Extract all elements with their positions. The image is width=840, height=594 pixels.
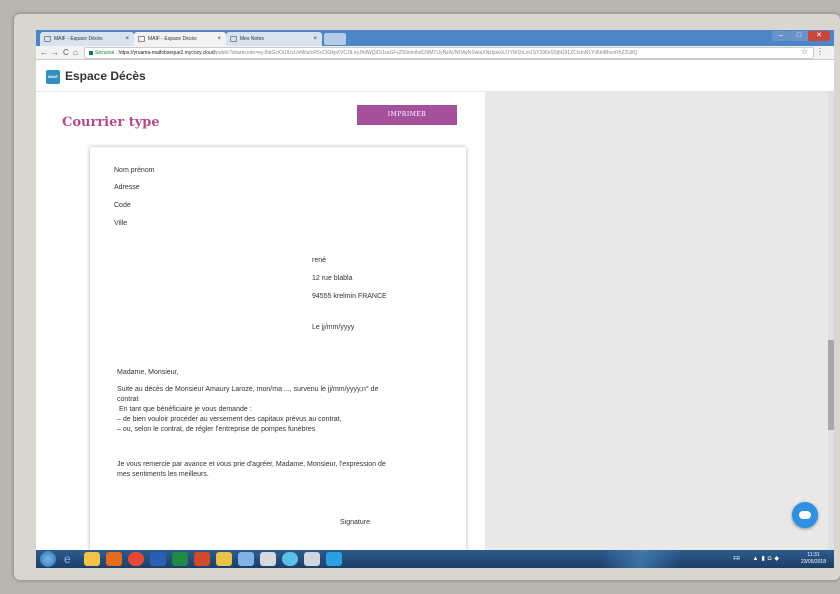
back-arrow-icon[interactable]: ←	[40, 47, 48, 59]
letter-body: Suite au décès de Monsieur Amaury Laroze…	[117, 385, 457, 435]
notes-icon	[230, 36, 237, 42]
page-icon	[138, 36, 145, 42]
maximize-button[interactable]: □	[790, 31, 808, 41]
recipient-city: 94555 krelmin FRANCE	[312, 293, 387, 300]
tab-label: Mes Notes	[240, 36, 264, 42]
bookmark-star-icon[interactable]: ☆	[801, 47, 808, 56]
app-title: Espace Décès	[65, 69, 146, 83]
taskbar-highlight	[576, 550, 706, 568]
page-title: Courrier type	[62, 115, 160, 130]
system-clock[interactable]: 11:31 23/05/2018	[801, 552, 826, 566]
paint-icon[interactable]	[260, 552, 276, 566]
lock-icon	[89, 50, 93, 55]
header-divider	[36, 91, 485, 92]
close-icon[interactable]: ×	[217, 32, 221, 46]
empty-side-area	[485, 91, 834, 561]
windows-taskbar: e FR ▲▮◘◆ 11:31 23/05/2018	[36, 550, 834, 568]
page-scrollbar[interactable]	[828, 91, 834, 561]
tab-label: MAIF - Espace Décès	[148, 36, 197, 42]
recipient-address: 12 rue blabla	[312, 275, 353, 282]
url-host: https://yruama-maifobseque2.mycozy.cloud	[118, 50, 215, 56]
browser-tab[interactable]: MAIF - Espace Décès ×	[40, 32, 134, 46]
browser-menu-icon[interactable]: ⋮	[816, 47, 824, 56]
chat-button[interactable]	[792, 502, 818, 528]
reload-icon[interactable]: C	[63, 47, 69, 59]
start-button[interactable]	[40, 551, 56, 567]
excel-icon[interactable]	[172, 552, 188, 566]
chrome-icon[interactable]	[128, 552, 144, 566]
close-icon[interactable]: ×	[125, 32, 129, 46]
body-line: contrat	[117, 396, 139, 403]
browser-tab[interactable]: Mes Notes ×	[226, 32, 322, 46]
home-icon[interactable]: ⌂	[73, 47, 78, 59]
letter-date: Le jj/mm/yyyy	[312, 324, 355, 331]
close-icon[interactable]: ×	[313, 32, 317, 46]
recipient-name: rené	[312, 257, 327, 264]
app-logo: MAIF	[46, 70, 60, 84]
browser-toolbar: ← → C ⌂ Sécurisé | https://yruama-maifob…	[36, 46, 834, 60]
letter-sheet: Nom prénom Adresse Code Ville rené 12 ru…	[90, 147, 466, 567]
secure-label: Sécurisé	[95, 50, 115, 56]
address-bar[interactable]: Sécurisé | https://yruama-maifobseque2.m…	[84, 47, 814, 59]
internet-explorer-icon[interactable]: e	[64, 551, 71, 567]
notepad-icon[interactable]	[304, 552, 320, 566]
sender-name: Nom prénom	[114, 167, 155, 174]
body-line: – ou, selon le contrat, de régler l'entr…	[117, 426, 316, 433]
folder-icon[interactable]	[216, 552, 232, 566]
closing-line: mes sentiments les meilleurs.	[117, 471, 209, 478]
network-icon[interactable]	[282, 552, 298, 566]
forward-arrow-icon[interactable]: →	[51, 47, 59, 59]
control-panel-icon[interactable]	[238, 552, 254, 566]
app-header: MAIF Espace Décès	[36, 61, 834, 91]
salutation: Madame, Monsieur,	[117, 369, 179, 376]
closing-line: Je vous remercie par avance et vous prie…	[117, 461, 386, 468]
clock-time: 11:31	[807, 552, 820, 558]
minimize-button[interactable]: –	[772, 31, 790, 41]
browser-tabbar: MAIF - Espace Décès × MAIF - Espace Décè…	[36, 30, 834, 46]
media-player-icon[interactable]	[106, 552, 122, 566]
sender-address: Adresse	[114, 184, 140, 191]
language-indicator[interactable]: FR	[733, 556, 740, 562]
tab-label: MAIF - Espace Décès	[54, 36, 103, 42]
url-path: /public?sharecode=eyJhbGciOiJIUzUxMiIsIn…	[214, 50, 638, 56]
skype-icon[interactable]	[326, 552, 342, 566]
body-line: Suite au décès de Monsieur Amaury Laroze…	[117, 386, 379, 393]
sender-city: Ville	[114, 220, 128, 227]
new-tab-button[interactable]	[324, 33, 346, 45]
cloud-icon	[799, 511, 811, 519]
print-button[interactable]: IMPRIMER	[357, 105, 457, 125]
screen: MAIF - Espace Décès × MAIF - Espace Décè…	[36, 30, 834, 568]
browser-tab-active[interactable]: MAIF - Espace Décès ×	[134, 32, 226, 46]
word-icon[interactable]	[150, 552, 166, 566]
clock-date: 23/05/2018	[800, 559, 826, 565]
page-icon	[44, 36, 51, 42]
body-line: – de bien vouloir procéder au versement …	[117, 416, 342, 423]
tray-icons[interactable]: ▲▮◘◆	[753, 555, 782, 562]
sender-code: Code	[114, 202, 131, 209]
file-explorer-icon[interactable]	[84, 552, 100, 566]
body-line: En tant que bénéficiaire je vous demande…	[117, 406, 252, 413]
signature-label: Signature	[340, 519, 370, 526]
powerpoint-icon[interactable]	[194, 552, 210, 566]
window-close-button[interactable]: ✕	[808, 31, 830, 41]
scrollbar-thumb[interactable]	[828, 340, 834, 430]
letter-closing: Je vous remercie par avance et vous prie…	[117, 460, 457, 480]
